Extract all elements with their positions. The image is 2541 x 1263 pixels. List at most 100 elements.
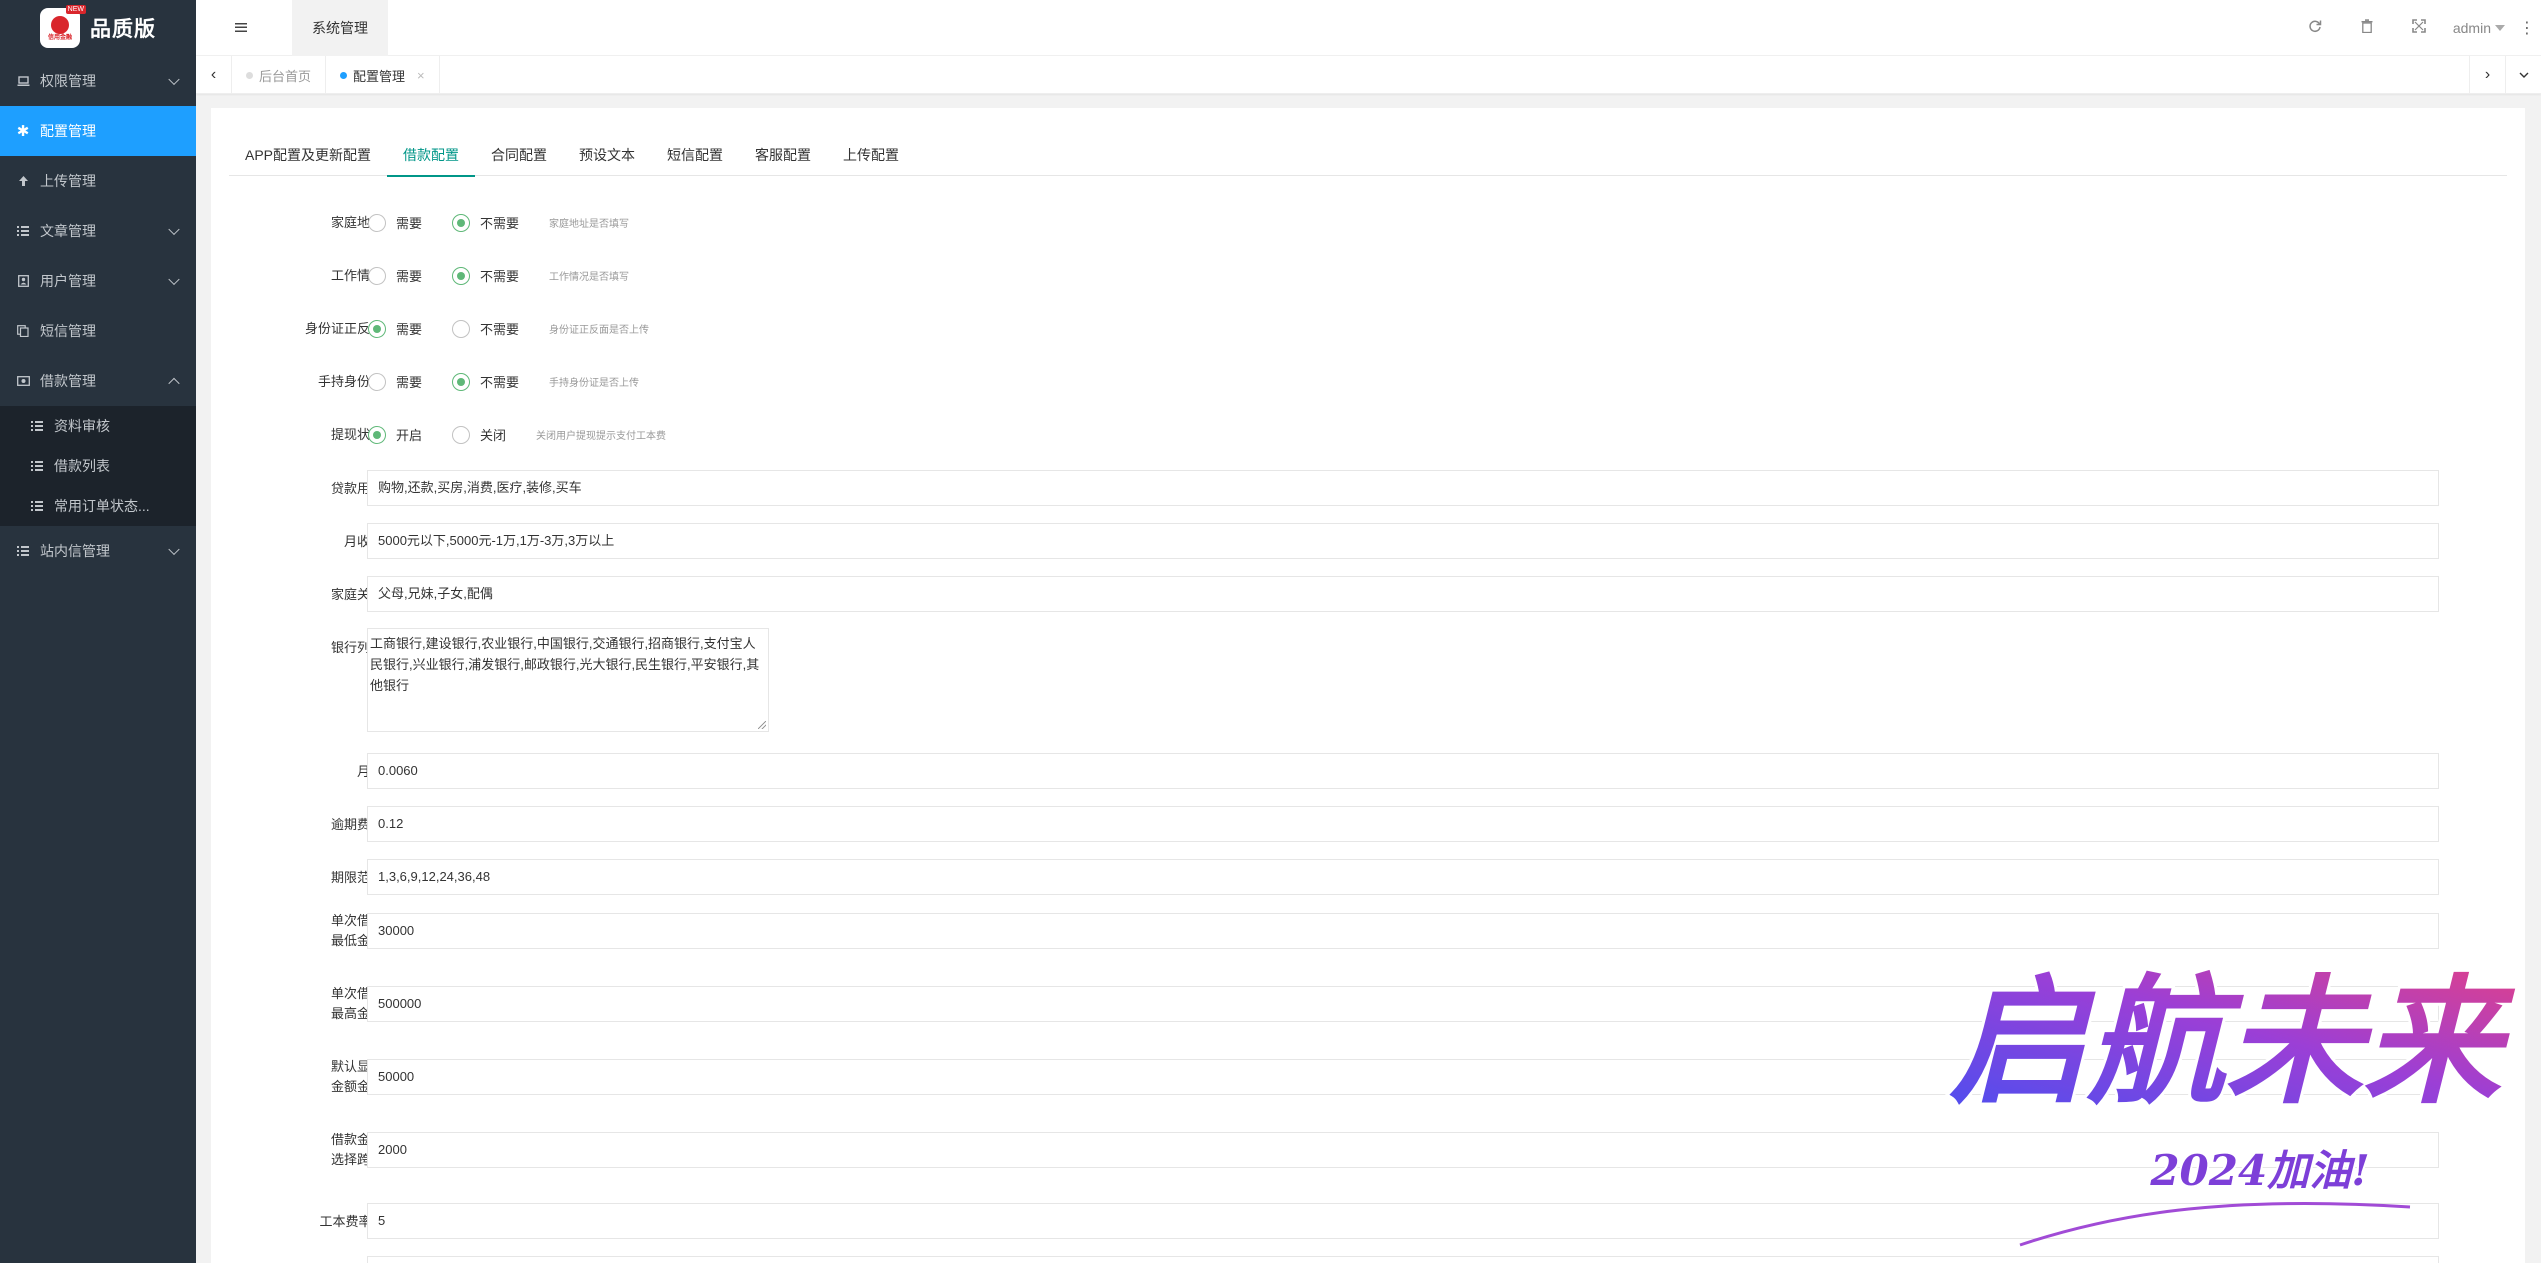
default-amount-input[interactable]: 50000 [367, 1059, 2439, 1095]
field-label: 月收入 [343, 534, 383, 549]
caret-down-icon [2495, 25, 2505, 31]
radio-need[interactable]: 需要 [368, 372, 422, 391]
monthly-rate-input[interactable]: 0.0060 [367, 753, 2439, 789]
trash-icon[interactable] [2341, 19, 2393, 37]
tab-preset-text[interactable]: 预设文本 [563, 134, 651, 176]
radio-no-need[interactable]: 不需要 [452, 266, 519, 285]
sidebar-item-users[interactable]: 用户管理 [0, 256, 196, 306]
arrow-up-icon [16, 174, 30, 188]
next-field-input[interactable] [367, 1256, 2439, 1263]
list-icon [16, 224, 30, 238]
overdue-rate-input[interactable]: 0.12 [367, 806, 2439, 842]
field-hint: 手持身份证是否上传 [549, 378, 640, 389]
radio-no-need[interactable]: 不需要 [452, 213, 519, 232]
field-label: 提现状态 [330, 427, 383, 442]
field-label: 逾期费率 [330, 817, 383, 832]
money-icon [16, 374, 30, 388]
tab-dot [340, 71, 348, 79]
tab-app-config[interactable]: APP配置及更新配置 [229, 134, 387, 176]
field-label: 工本费率% [319, 1214, 383, 1229]
refresh-icon[interactable] [2289, 19, 2341, 37]
tab-sms-config[interactable]: 短信配置 [651, 134, 739, 176]
monthly-income-input[interactable]: 5000元以下,5000元-1万,1万-3万,3万以上 [367, 523, 2439, 559]
sidebar-item-config[interactable]: ✱ 配置管理 [0, 106, 196, 156]
amount-step-input[interactable]: 2000 [367, 1132, 2439, 1168]
radio-need[interactable]: 需要 [368, 266, 422, 285]
sidebar-item-data-review[interactable]: 资料审核 [0, 406, 196, 446]
loan-submenu: 资料审核 借款列表 常用订单状态... [0, 406, 196, 526]
loan-purpose-input[interactable]: 购物,还款,买房,消费,医疗,装修,买车 [367, 470, 2439, 506]
min-amount-input[interactable]: 30000 [367, 913, 2439, 949]
radio-need[interactable]: 需要 [368, 213, 422, 232]
field-label: 期限范围 [330, 870, 383, 885]
logo-icon: 信用金融 NEW [40, 5, 86, 48]
username: admin [2452, 20, 2491, 36]
main-panel: APP配置及更新配置 借款配置 合同配置 预设文本 短信配置 客服配置 上传配置… [211, 108, 2525, 1263]
chevron-up-icon [168, 377, 180, 390]
fullscreen-icon[interactable] [2393, 19, 2445, 37]
sidebar-item-messages[interactable]: 站内信管理 [0, 526, 196, 576]
tab-service-config[interactable]: 客服配置 [739, 134, 827, 176]
field-label: 月息 [241, 762, 383, 782]
menu-fold-icon[interactable] [232, 18, 250, 36]
top-tab-system[interactable]: 系统管理 [292, 0, 388, 56]
term-range-input[interactable]: 1,3,6,9,12,24,36,48 [367, 859, 2439, 895]
brand-logo[interactable]: 信用金融 NEW 品质版 [0, 0, 196, 56]
tab-contract-config[interactable]: 合同配置 [475, 134, 563, 176]
chevron-down-icon [168, 273, 180, 286]
sidebar-item-label: 站内信管理 [40, 543, 110, 559]
list-icon [30, 499, 44, 513]
max-amount-input[interactable]: 500000 [367, 986, 2439, 1022]
sidebar-item-label: 借款列表 [54, 458, 110, 474]
chevron-down-icon [168, 223, 180, 236]
top-bar: 系统管理 admin ⋮ [196, 0, 2541, 56]
user-menu[interactable]: admin [2453, 20, 2505, 36]
field-hint: 关闭用户提现提示支付工本费 [536, 431, 667, 442]
laptop-icon [16, 74, 30, 88]
radio-no-need[interactable]: 不需要 [452, 372, 519, 391]
page-tab-label: 后台首页 [259, 68, 312, 84]
sidebar-item-label: 上传管理 [40, 173, 96, 189]
list-icon [16, 544, 30, 558]
fee-rate-input[interactable]: 5 [367, 1203, 2439, 1239]
chevron-left-icon[interactable]: ‹ [196, 56, 232, 94]
radio-need[interactable]: 需要 [368, 319, 422, 338]
tab-loan-config[interactable]: 借款配置 [387, 134, 476, 177]
chevron-right-icon[interactable]: › [2469, 56, 2505, 94]
sidebar-item-label: 配置管理 [40, 123, 96, 139]
family-relation-input[interactable]: 父母,兄妹,子女,配偶 [367, 576, 2439, 612]
sidebar-item-loan-list[interactable]: 借款列表 [0, 446, 196, 486]
sidebar-item-permissions[interactable]: 权限管理 [0, 56, 196, 106]
page-tabs-bar: ‹ 后台首页 配置管理 × › [196, 56, 2541, 94]
sidebar-item-label: 权限管理 [40, 73, 96, 89]
sidebar-item-upload[interactable]: 上传管理 [0, 156, 196, 206]
user-icon [16, 274, 30, 288]
bank-list-textarea[interactable]: 工商银行,建设银行,农业银行,中国银行,交通银行,招商银行,支付宝人民银行,兴业… [367, 628, 769, 732]
tab-upload-config[interactable]: 上传配置 [827, 134, 915, 176]
resize-handle-icon[interactable] [758, 721, 766, 729]
sidebar-item-label: 常用订单状态... [54, 498, 150, 514]
page-tab-home[interactable]: 后台首页 [232, 56, 327, 94]
sidebar-item-label: 用户管理 [40, 273, 96, 289]
chevron-down-icon[interactable] [2505, 56, 2541, 94]
chevron-down-icon [168, 73, 180, 86]
sidebar-item-sms[interactable]: 短信管理 [0, 306, 196, 356]
list-icon [30, 419, 44, 433]
page-tab-label: 配置管理 [353, 68, 406, 84]
sidebar-item-loans[interactable]: 借款管理 [0, 356, 196, 406]
sidebar-item-order-status[interactable]: 常用订单状态... [0, 486, 196, 526]
page-tab-config[interactable]: 配置管理 × [326, 56, 440, 94]
more-icon[interactable]: ⋮ [2519, 18, 2535, 38]
sidebar: 信用金融 NEW 品质版 权限管理 ✱ 配置管理 上传管理 文章管理 用户管理 [0, 0, 196, 1263]
gear-icon: ✱ [16, 123, 30, 140]
sidebar-item-label: 短信管理 [40, 323, 96, 339]
close-icon[interactable]: × [417, 68, 425, 83]
field-label: 家庭关系 [330, 587, 383, 602]
sidebar-item-articles[interactable]: 文章管理 [0, 206, 196, 256]
field-hint: 工作情况是否填写 [549, 272, 630, 283]
brand-name: 品质版 [90, 18, 156, 41]
radio-open[interactable]: 开启 [368, 425, 422, 444]
radio-no-need[interactable]: 不需要 [452, 319, 519, 338]
radio-close[interactable]: 关闭 [452, 425, 506, 444]
list-icon [30, 459, 44, 473]
